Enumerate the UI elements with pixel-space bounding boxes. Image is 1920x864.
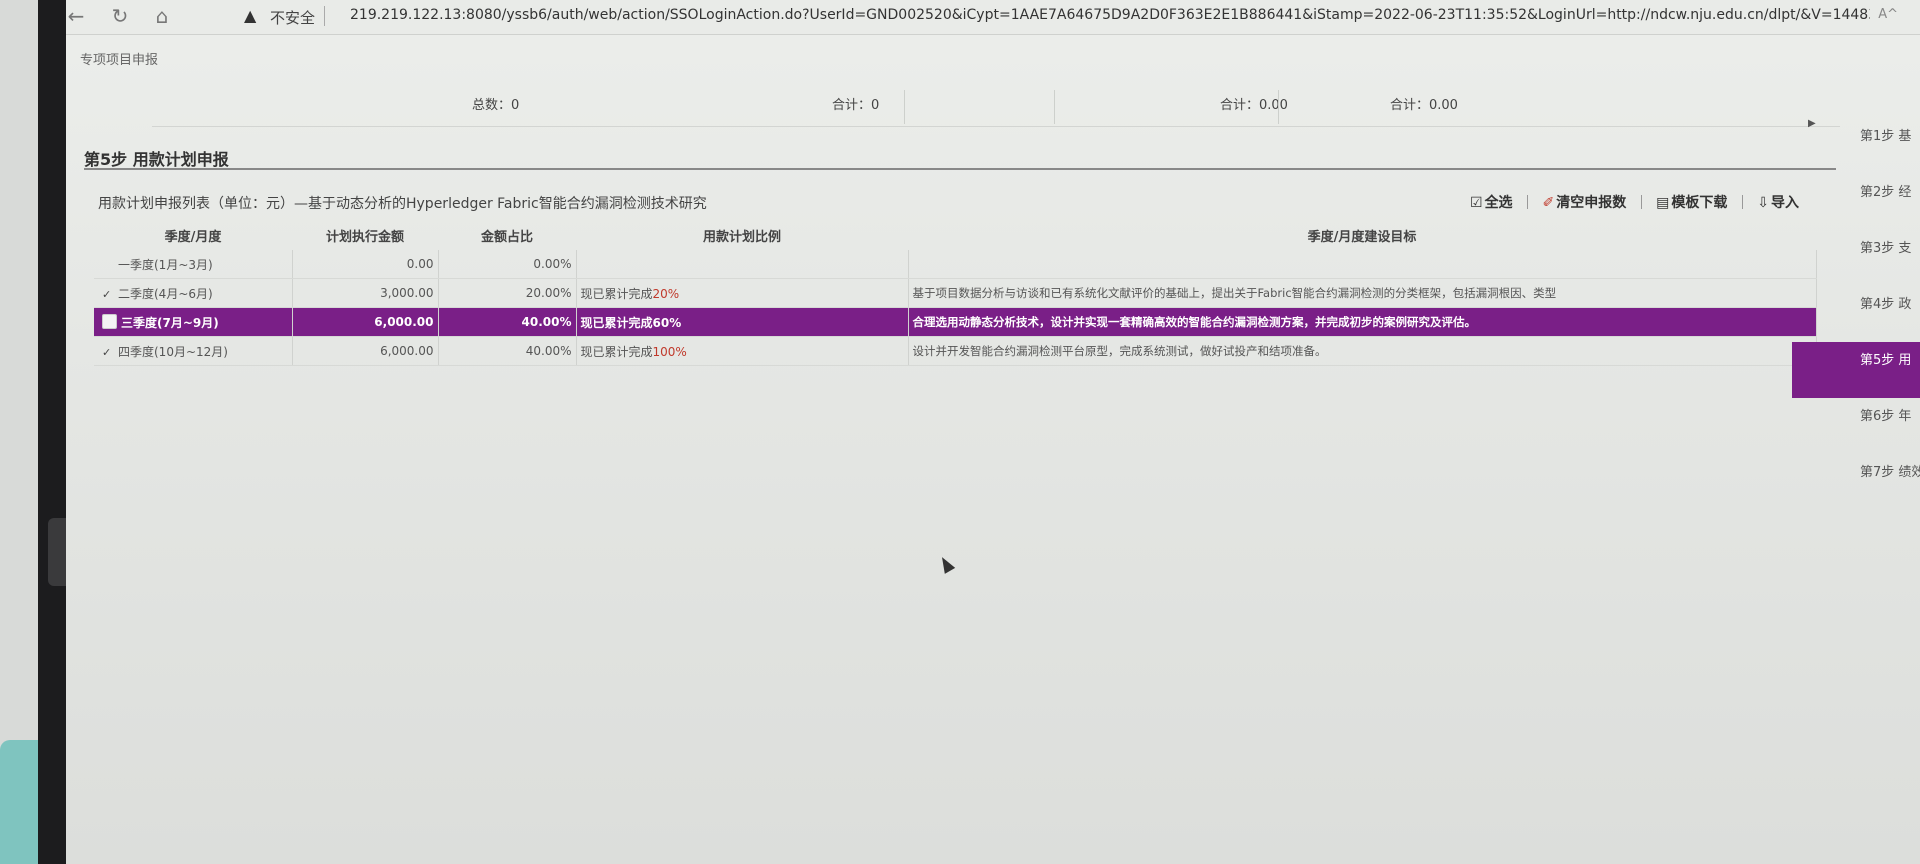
goal-cell[interactable]: 设计并开发智能合约漏洞检测平台原型，完成系统测试，做好试投产和结项准备。 [908, 336, 1817, 366]
plan-cell [576, 250, 909, 279]
amount-cell[interactable]: 3,000.00 [292, 278, 439, 308]
summary-sum-1: 合计：0 [832, 98, 880, 113]
select-all-button[interactable]: ☑ 全选 [1470, 192, 1513, 212]
import-button[interactable]: ⇩ 导入 [1757, 192, 1799, 212]
home-icon[interactable]: ⌂ [148, 2, 176, 30]
download-icon: ▤ [1656, 195, 1670, 211]
divider [1527, 195, 1529, 209]
column-header: 季度/月度建设目标 [1307, 229, 1417, 245]
eraser-icon: ✐ [1542, 195, 1555, 211]
amount-cell[interactable]: 0.00 [292, 250, 439, 279]
step-nav-7[interactable]: 第7步 绩效 [1812, 454, 1920, 510]
mouse-cursor [936, 554, 956, 574]
summary-row: 总数：0 合计：0 合计：0.00 合计：0.00 [152, 90, 1840, 127]
step-nav-3[interactable]: 第3步 支 [1812, 230, 1920, 286]
goal-cell[interactable] [908, 250, 1817, 279]
ratio-cell: 40.00% [438, 307, 577, 337]
column-header: 金额占比 [480, 229, 533, 245]
security-status[interactable]: 不安全 [270, 7, 315, 28]
row-check-icon[interactable]: ✓ [102, 346, 118, 359]
row-check-icon[interactable]: ✓ [102, 288, 118, 301]
step-nav-6[interactable]: 第6步 年 [1812, 398, 1920, 454]
reader-mode-icon[interactable]: A^ [1878, 7, 1898, 22]
goal-cell[interactable]: 合理选用动静态分析技术，设计并实现一套精确高效的智能合约漏洞检测方案，并完成初步… [908, 307, 1817, 337]
divider [1278, 90, 1279, 124]
column-header: 计划执行金额 [325, 229, 404, 245]
column-header: 季度/月度 [164, 229, 222, 245]
table-row-selected[interactable]: 三季度(7月~9月) 6,000.00 40.00% 现已累计完成60% 合理选… [94, 307, 1817, 337]
table-toolbar: ☑ 全选 ✐ 清空申报数 ▤ 模板下载 ⇩ 导入 [1470, 192, 1809, 212]
screen: ← ↻ ⌂ ▲ 不安全 219.219.122.13:8080/yssb6/au… [66, 0, 1920, 864]
url-divider [324, 6, 325, 26]
ratio-cell: 20.00% [438, 278, 577, 308]
ratio-cell: 40.00% [438, 336, 577, 366]
checkbox-icon: ☑ [1470, 195, 1483, 211]
quarter-cell: 一季度(1月~3月) [94, 250, 293, 279]
column-header: 用款计划比例 [702, 229, 781, 245]
step-nav-5-active[interactable]: 第5步 用 [1792, 342, 1920, 398]
refresh-icon[interactable]: ↻ [106, 2, 134, 30]
import-icon: ⇩ [1757, 195, 1769, 211]
plan-cell: 现已累计完成60% [576, 307, 909, 337]
step-nav-1[interactable]: 第1步 基 [1812, 118, 1920, 174]
step-title: 第5步 用款计划申报 [84, 150, 229, 169]
table-row[interactable]: ✓ 四季度(10月~12月) 6,000.00 40.00% 现已累计完成100%… [94, 336, 1817, 366]
summary-total: 总数：0 [472, 98, 520, 113]
quarter-cell: 三季度(7月~9月) [94, 307, 293, 337]
step-divider [84, 168, 1836, 170]
browser-address-bar: ← ↻ ⌂ ▲ 不安全 219.219.122.13:8080/yssb6/au… [66, 0, 1920, 35]
row-checkbox[interactable] [102, 313, 117, 329]
ratio-cell: 0.00% [438, 250, 577, 279]
step-nav-2[interactable]: 第2步 经 [1812, 174, 1920, 230]
amount-cell[interactable]: 6,000.00 [292, 307, 439, 337]
clear-button[interactable]: ✐ 清空申报数 [1542, 192, 1626, 212]
quarter-cell: ✓ 二季度(4月~6月) [94, 278, 293, 308]
step-sidebar: 第1步 基 第2步 经 第3步 支 第4步 政 第5步 用 第6步 年 第7步 … [1792, 118, 1920, 510]
table-caption: 用款计划申报列表（单位：元）—基于动态分析的Hyperledger Fabric… [98, 196, 707, 212]
plan-table: 季度/月度 计划执行金额 金额占比 用款计划比例 季度/月度建设目标 一季度(1… [94, 220, 1817, 366]
divider [1741, 195, 1743, 209]
back-icon[interactable]: ← [62, 2, 90, 30]
plan-cell: 现已累计完成20% [576, 278, 909, 308]
section-title: 专项项目申报 [80, 53, 159, 68]
divider [1640, 195, 1642, 209]
template-download-button[interactable]: ▤ 模板下载 [1656, 192, 1727, 212]
table-row[interactable]: 一季度(1月~3月) 0.00 0.00% [94, 250, 1817, 279]
plan-cell: 现已累计完成100% [576, 336, 909, 366]
warning-icon: ▲ [244, 6, 257, 25]
divider [904, 90, 905, 124]
step-nav-4[interactable]: 第4步 政 [1812, 286, 1920, 342]
table-header-row: 季度/月度 计划执行金额 金额占比 用款计划比例 季度/月度建设目标 [94, 220, 1816, 250]
table-row[interactable]: ✓ 二季度(4月~6月) 3,000.00 20.00% 现已累计完成20% 基于… [94, 278, 1817, 308]
url-field[interactable]: 219.219.122.13:8080/yssb6/auth/web/actio… [350, 7, 1870, 23]
goal-cell[interactable]: 基于项目数据分析与访谈和已有系统化文献评价的基础上，提出关于Fabric智能合约… [908, 278, 1817, 308]
summary-sum-3: 合计：0.00 [1390, 98, 1458, 113]
quarter-cell: ✓ 四季度(10月~12月) [94, 336, 293, 366]
amount-cell[interactable]: 6,000.00 [292, 336, 439, 366]
divider [1054, 90, 1055, 124]
